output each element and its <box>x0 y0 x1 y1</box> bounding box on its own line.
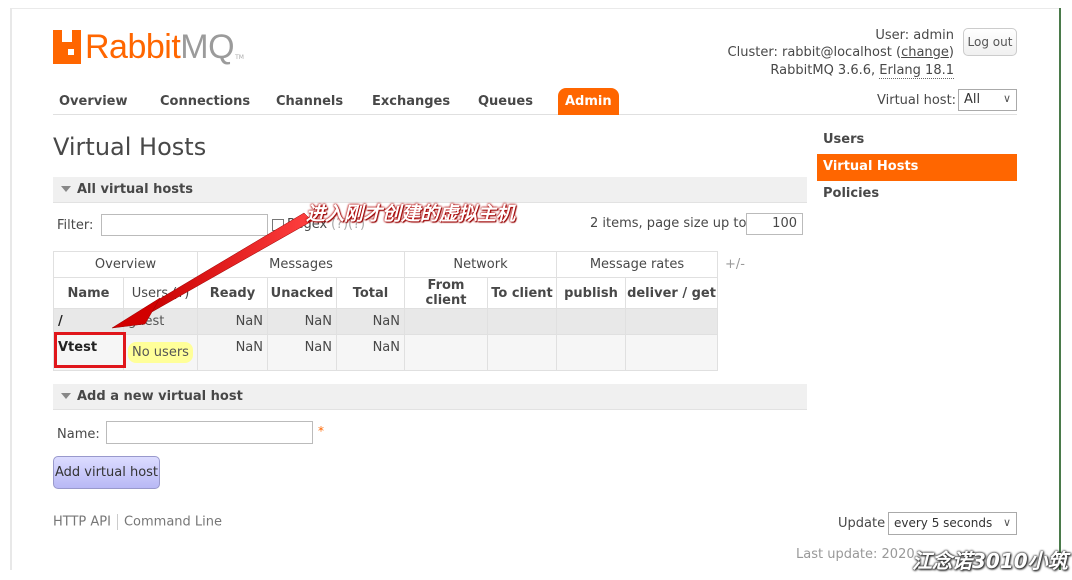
tab-overview[interactable]: Overview <box>59 94 128 109</box>
logo-trademark: TM <box>235 54 244 61</box>
column-header-deliver-get[interactable]: deliver / get <box>625 277 718 309</box>
column-header-to-client[interactable]: To client <box>487 277 557 309</box>
unacked-value: NaN <box>267 308 337 335</box>
cluster-name: rabbit@localhost <box>781 45 892 60</box>
total-value: NaN <box>336 308 405 335</box>
vhost-users: No users <box>123 334 198 371</box>
last-update-text: Last update: 2020 <box>796 547 915 562</box>
logo-text-rabbit: Rabbit <box>85 28 181 66</box>
all-virtual-hosts-title: All virtual hosts <box>77 182 193 197</box>
sidebar-item-users[interactable]: Users <box>817 127 1017 154</box>
footer-divider <box>116 514 118 530</box>
collapse-triangle-icon <box>61 185 71 192</box>
unacked-value: NaN <box>267 334 337 371</box>
vhost-name-link[interactable]: / <box>53 308 124 335</box>
http-api-link[interactable]: HTTP API <box>53 515 111 530</box>
version-info: RabbitMQ 3.6.6, Erlang 18.1 <box>770 63 954 79</box>
tab-queues[interactable]: Queues <box>478 94 533 109</box>
virtual-host-label: Virtual host: <box>877 93 957 108</box>
footer-links: HTTP API Command Line <box>53 514 222 530</box>
sidebar-item-virtual-hosts[interactable]: Virtual Hosts <box>817 154 1017 181</box>
column-header-total[interactable]: Total <box>336 277 405 309</box>
main-nav: Overview Connections Channels Exchanges … <box>53 87 1017 115</box>
user-name: admin <box>913 28 954 43</box>
group-header-overview: Overview <box>53 251 198 278</box>
column-header-unacked[interactable]: Unacked <box>267 277 337 309</box>
current-user: User: admin <box>875 28 954 43</box>
tab-exchanges[interactable]: Exchanges <box>372 94 450 109</box>
regex-checkbox[interactable] <box>272 219 284 231</box>
window-top-border <box>10 8 1060 9</box>
page-size-input[interactable]: 100 <box>746 213 803 235</box>
group-header-messages: Messages <box>197 251 405 278</box>
window-left-border <box>10 8 12 570</box>
toggle-columns-link[interactable]: +/- <box>725 257 745 272</box>
add-virtual-host-header[interactable]: Add a new virtual host <box>53 384 807 410</box>
update-label: Update <box>838 516 886 531</box>
page-title: Virtual Hosts <box>53 133 207 161</box>
annotation-text: 进入刚才创建的虚拟主机 <box>306 203 516 225</box>
tab-channels[interactable]: Channels <box>276 94 343 109</box>
no-users-badge: No users <box>128 342 193 363</box>
tab-admin[interactable]: Admin <box>558 88 619 115</box>
name-label: Name: <box>57 427 100 442</box>
cluster-prefix: Cluster: <box>727 45 782 60</box>
virtual-hosts-table: Overview Messages Network Message rates … <box>53 251 718 371</box>
ready-value: NaN <box>197 334 268 371</box>
vhost-name-input[interactable] <box>106 421 313 444</box>
group-header-network: Network <box>404 251 557 278</box>
column-header-name[interactable]: Name <box>53 277 124 309</box>
vhost-users: guest <box>123 308 198 335</box>
tab-connections[interactable]: Connections <box>160 94 250 109</box>
column-header-publish[interactable]: publish <box>556 277 626 309</box>
group-header-message-rates: Message rates <box>556 251 718 278</box>
annotation-highlight-box <box>54 332 126 368</box>
logout-button[interactable]: Log out <box>963 28 1017 56</box>
table-row: Vtest No users NaN NaN NaN <box>53 334 718 371</box>
logo-text: RabbitMQ <box>85 28 235 66</box>
rabbitmq-version: RabbitMQ 3.6.6, <box>770 63 876 78</box>
total-value: NaN <box>336 334 405 371</box>
sidebar-item-policies[interactable]: Policies <box>817 181 1017 208</box>
required-marker: * <box>318 424 324 438</box>
deliver-get-value <box>625 308 718 335</box>
logo-text-mq: MQ <box>180 28 235 66</box>
column-header-ready[interactable]: Ready <box>197 277 268 309</box>
user-prefix: User: <box>875 28 914 43</box>
items-count-text: 2 items, page size up to <box>590 216 747 231</box>
publish-value <box>556 308 626 335</box>
rabbitmq-logo-icon <box>53 30 81 64</box>
watermark-text: 江念诺3010小筑 <box>912 549 1068 573</box>
admin-sidebar: Users Virtual Hosts Policies <box>817 127 1017 208</box>
publish-value <box>556 334 626 371</box>
update-interval-select[interactable]: every 5 seconds ∨ <box>888 512 1017 535</box>
virtual-host-selected: All <box>964 92 981 107</box>
erlang-version: Erlang 18.1 <box>879 63 954 79</box>
from-client-value <box>404 308 488 335</box>
collapse-triangle-icon <box>61 392 71 399</box>
to-client-value <box>487 334 557 371</box>
column-header-users[interactable]: Users (?) <box>123 277 198 309</box>
to-client-value <box>487 308 557 335</box>
from-client-value <box>404 334 488 371</box>
virtual-host-select[interactable]: All ∨ <box>958 89 1017 111</box>
add-virtual-host-title: Add a new virtual host <box>77 389 243 404</box>
deliver-get-value <box>625 334 718 371</box>
change-cluster-link[interactable]: change <box>901 45 949 60</box>
cluster-info: Cluster: rabbit@localhost (change) <box>727 45 954 60</box>
add-virtual-host-button[interactable]: Add virtual host <box>53 456 160 489</box>
table-row: / guest NaN NaN NaN <box>53 308 718 335</box>
update-interval-selected: every 5 seconds <box>894 516 993 530</box>
window-right-border <box>1059 8 1061 570</box>
filter-label: Filter: <box>57 218 94 233</box>
chevron-down-icon: ∨ <box>1002 92 1011 105</box>
ready-value: NaN <box>197 308 268 335</box>
chevron-down-icon: ∨ <box>1002 516 1011 529</box>
filter-input[interactable] <box>101 214 268 236</box>
column-header-from-client[interactable]: From client <box>404 277 488 309</box>
command-line-link[interactable]: Command Line <box>124 515 222 530</box>
rabbitmq-logo[interactable]: RabbitMQ TM <box>53 27 244 67</box>
